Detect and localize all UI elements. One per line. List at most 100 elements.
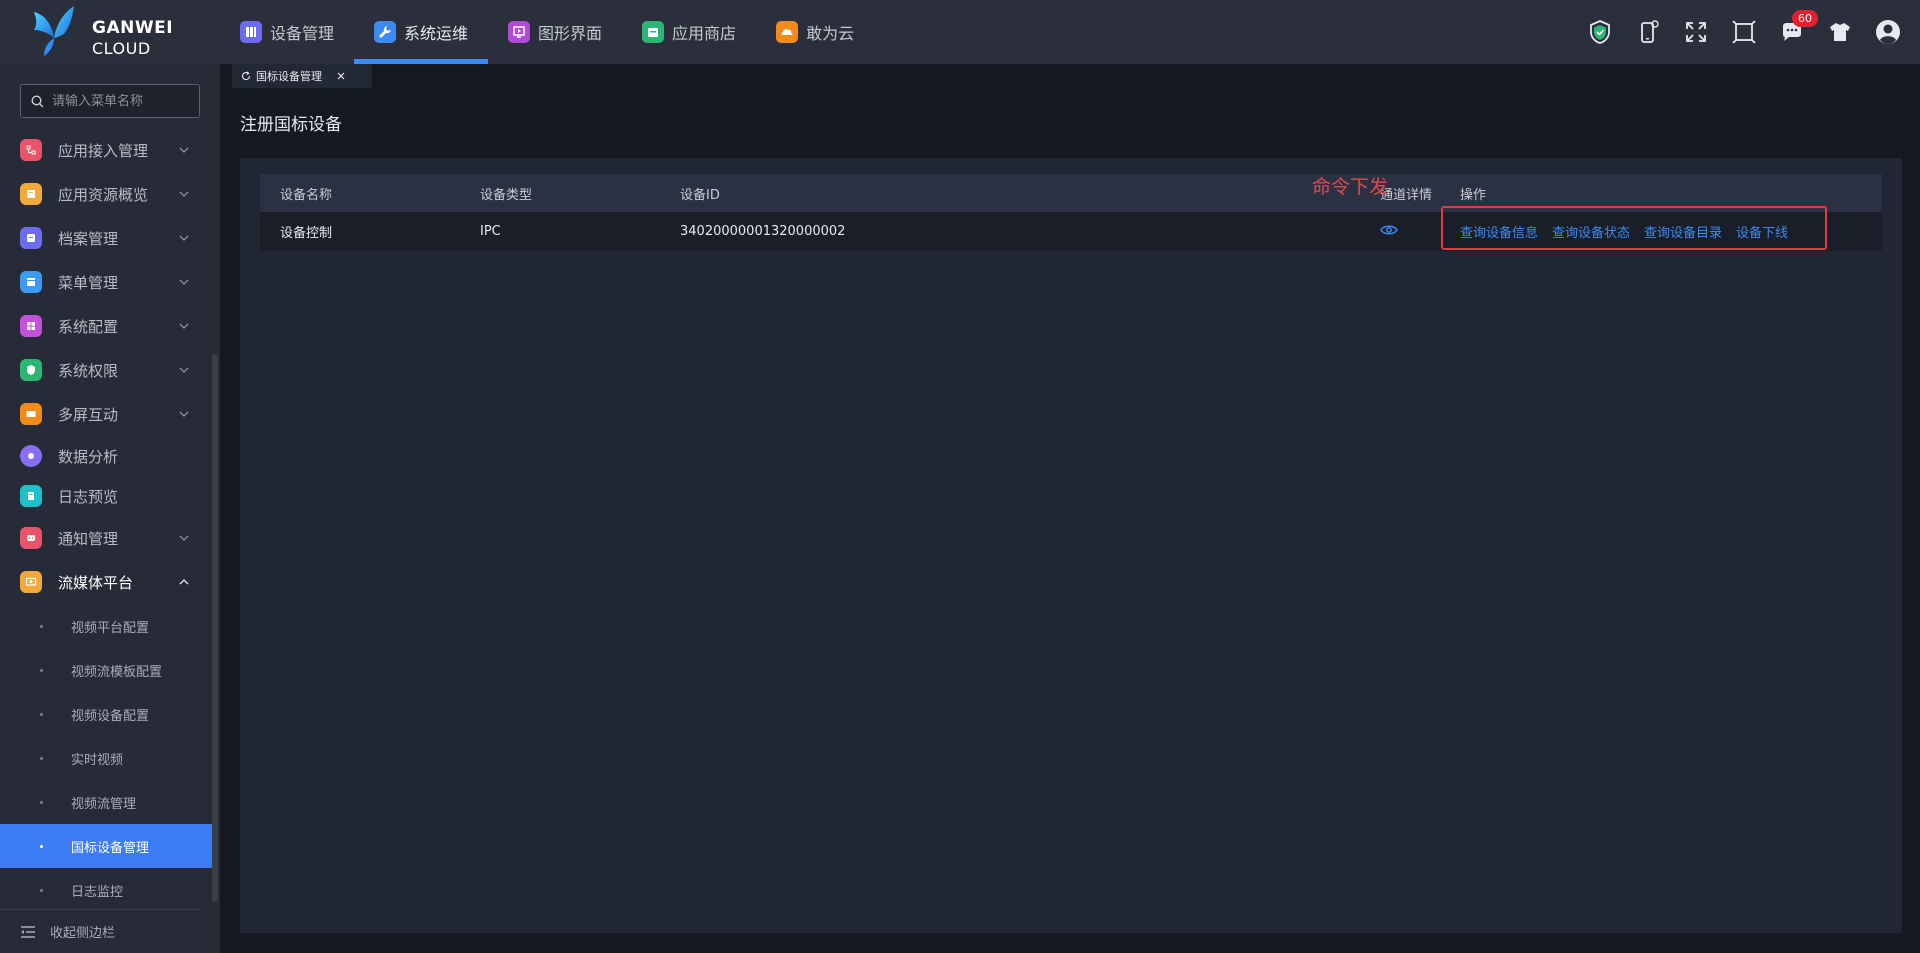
sidebar-subitem-gb-device[interactable]: 国标设备管理 (0, 824, 212, 868)
sidebar-item-multiscreen[interactable]: 多屏互动 (0, 392, 212, 436)
chevron-down-icon (179, 411, 189, 417)
tab-label: 国标设备管理 (256, 70, 322, 83)
collapse-sidebar-button[interactable]: 收起侧边栏 (0, 909, 200, 953)
theme-skin-button[interactable] (1826, 18, 1854, 46)
menu-search-input[interactable] (52, 93, 192, 109)
chevron-down-icon (179, 535, 189, 541)
eye-icon[interactable] (1380, 224, 1398, 236)
tab-strip: 国标设备管理 (220, 64, 1920, 88)
nav-ganwei-cloud[interactable]: 敢为云 (756, 0, 874, 64)
sidebar-item-label: 通知管理 (58, 529, 119, 548)
sidebar-item-app-resources[interactable]: 应用资源概览 (0, 172, 212, 216)
sidebar-item-notifications[interactable]: 通知管理 (0, 516, 212, 560)
notification-icon (20, 527, 42, 549)
collapse-sidebar-icon (21, 925, 35, 938)
chevron-down-icon (179, 235, 189, 241)
sidebar-subitem-log-monitor[interactable]: 日志监控 (0, 868, 212, 912)
sidebar-item-log-preview[interactable]: 日志预览 (0, 476, 212, 516)
chevron-up-icon (179, 579, 189, 585)
sidebar-item-data-analysis[interactable]: 数据分析 (0, 436, 212, 476)
device-panel: 设备名称 设备类型 设备ID 通道详情 操作 设备控制 IPC 34020000… (240, 158, 1902, 933)
nav-graphic-ui[interactable]: 图形界面 (488, 0, 622, 64)
sidebar-item-label: 日志预览 (58, 487, 119, 506)
nav-label: 敢为云 (806, 24, 855, 43)
sidebar-scrollbar[interactable] (212, 354, 218, 902)
chevron-down-icon (179, 191, 189, 197)
sidebar-subitem-video-platform[interactable]: 视频平台配置 (0, 604, 212, 648)
multiscreen-icon (20, 403, 42, 425)
sidebar-item-streaming[interactable]: 流媒体平台 (0, 560, 212, 604)
butterfly-logo-icon (34, 6, 74, 56)
nav-label: 应用商店 (672, 24, 737, 43)
log-icon (20, 485, 42, 507)
top-nav: 设备管理 系统运维 图形界面 应用商店 敢为云 (220, 0, 874, 64)
collapse-label: 收起侧边栏 (50, 926, 116, 941)
col-device-name: 设备名称 (280, 187, 333, 203)
sidebar-menu: 应用接入管理 应用资源概览 档案管理 菜单管理 系统配置 系统权限 多屏互动 数… (0, 128, 212, 912)
user-avatar-button[interactable] (1874, 18, 1902, 46)
tshirt-icon (1830, 23, 1850, 41)
cell-operations: 查询设备信息 查询设备状态 查询设备目录 设备下线 (1441, 206, 1882, 250)
top-toolbar: 60 (1586, 0, 1902, 64)
chevron-down-icon (179, 147, 189, 153)
chevron-down-icon (179, 323, 189, 329)
annotation-label: 命令下发 (1312, 176, 1389, 198)
sidebar-item-label: 多屏互动 (58, 405, 119, 424)
frame-icon (1732, 20, 1756, 44)
sidebar-item-label: 系统权限 (58, 361, 119, 380)
graphic-ui-icon (508, 21, 531, 43)
shield-icon (20, 359, 42, 381)
streaming-icon (20, 571, 42, 593)
sidebar-item-label: 系统配置 (58, 317, 119, 336)
sidebar-item-menus[interactable]: 菜单管理 (0, 260, 212, 304)
fullscreen-button[interactable] (1682, 18, 1710, 46)
sidebar-item-label: 数据分析 (58, 447, 119, 466)
shield-icon (1590, 20, 1610, 44)
nav-label: 图形界面 (538, 24, 603, 43)
refresh-icon[interactable] (241, 71, 251, 81)
device-table: 设备名称 设备类型 设备ID 通道详情 操作 设备控制 IPC 34020000… (260, 174, 1882, 251)
brand-sub: CLOUD (92, 39, 151, 58)
sidebar-item-label: 档案管理 (58, 229, 119, 248)
messages-button[interactable]: 60 (1778, 10, 1818, 46)
mobile-button[interactable] (1634, 18, 1662, 46)
highlight-box (1441, 206, 1827, 250)
sidebar-subitem-stream-management[interactable]: 视频流管理 (0, 780, 212, 824)
page-title: 注册国标设备 (240, 115, 342, 135)
sidebar-item-label: 菜单管理 (58, 273, 119, 292)
cell-device-type: IPC (480, 224, 501, 239)
cell-device-id: 34020000001320000002 (680, 224, 846, 239)
wrench-icon (374, 21, 397, 43)
tab-gb-device[interactable]: 国标设备管理 (232, 64, 372, 88)
sidebar-item-archives[interactable]: 档案管理 (0, 216, 212, 260)
store-icon (642, 21, 665, 43)
avatar-icon (1876, 20, 1900, 44)
sidebar-item-permissions[interactable]: 系统权限 (0, 348, 212, 392)
sidebar-item-app-access[interactable]: 应用接入管理 (0, 128, 212, 172)
logo[interactable]: GANWEI CLOUD (30, 4, 180, 60)
nav-system-ops[interactable]: 系统运维 (354, 0, 489, 64)
col-device-type: 设备类型 (480, 187, 533, 203)
archive-icon (20, 227, 42, 249)
system-config-icon (20, 315, 42, 337)
nav-device-management[interactable]: 设备管理 (220, 0, 354, 64)
operation-links: 查询设备信息 查询设备状态 查询设备目录 设备下线 (1441, 206, 1882, 250)
cell-device-name: 设备控制 (280, 226, 333, 241)
sidebar-subitem-live-video[interactable]: 实时视频 (0, 736, 212, 780)
top-bar: GANWEI CLOUD 设备管理 系统运维 图形界面 应用商店 敢为云 60 (0, 0, 1920, 64)
main-content: 注册国标设备 设备名称 设备类型 设备ID 通道详情 操作 设备控制 IPC 3… (220, 88, 1920, 953)
close-icon[interactable] (335, 70, 347, 82)
nav-label: 系统运维 (404, 24, 469, 43)
sidebar-item-system-config[interactable]: 系统配置 (0, 304, 212, 348)
menu-grid-icon (20, 271, 42, 293)
nav-app-store[interactable]: 应用商店 (622, 0, 756, 64)
mobile-phone-icon (1641, 20, 1659, 43)
sidebar-subitem-video-device[interactable]: 视频设备配置 (0, 692, 212, 736)
security-shield-button[interactable] (1586, 18, 1614, 46)
nav-label: 设备管理 (270, 24, 335, 43)
menu-search[interactable] (20, 84, 200, 118)
brand-name: GANWEI (92, 18, 174, 38)
sidebar-subitem-stream-template[interactable]: 视频流模板配置 (0, 648, 212, 692)
screen-frame-button[interactable] (1730, 18, 1758, 46)
col-device-id: 设备ID (680, 187, 720, 203)
